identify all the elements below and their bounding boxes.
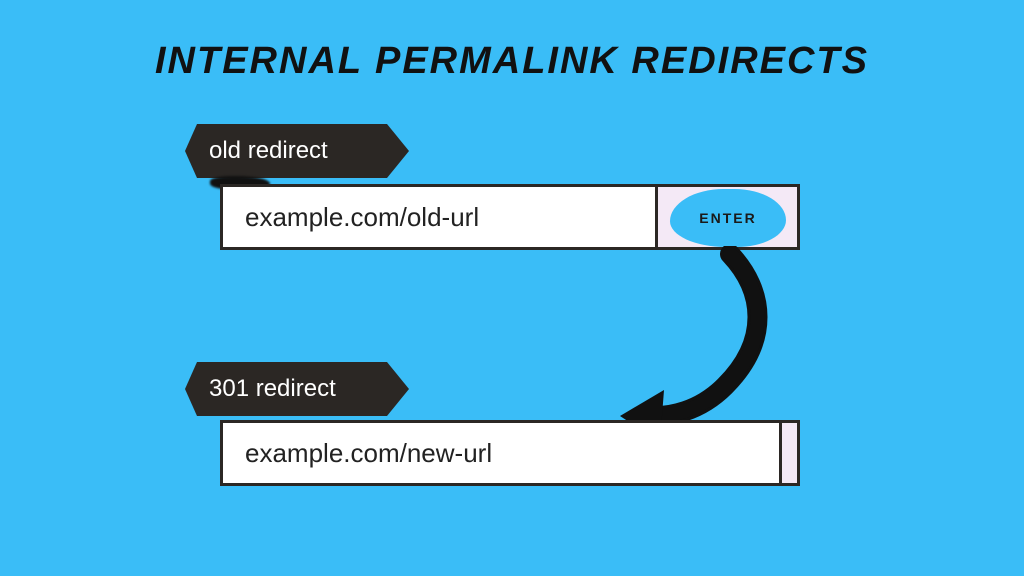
enter-label: ENTER: [699, 210, 756, 226]
new-redirect-tag: 301 redirect: [185, 362, 409, 416]
redirect-arrow-icon: [620, 246, 800, 426]
new-url-side: [779, 423, 797, 483]
old-redirect-tag: old redirect: [185, 124, 409, 178]
enter-blob: ENTER: [670, 189, 786, 247]
old-url-bar: example.com/old-url ENTER: [220, 184, 800, 250]
old-redirect-label: old redirect: [209, 137, 328, 165]
new-redirect-label: 301 redirect: [209, 375, 336, 403]
enter-button-area: ENTER: [655, 187, 797, 247]
new-url-text: example.com/new-url: [223, 438, 779, 469]
new-url-bar: example.com/new-url: [220, 420, 800, 486]
old-url-text: example.com/old-url: [223, 202, 655, 233]
diagram-title: INTERNAL PERMALINK REDIRECTS: [0, 40, 1024, 83]
